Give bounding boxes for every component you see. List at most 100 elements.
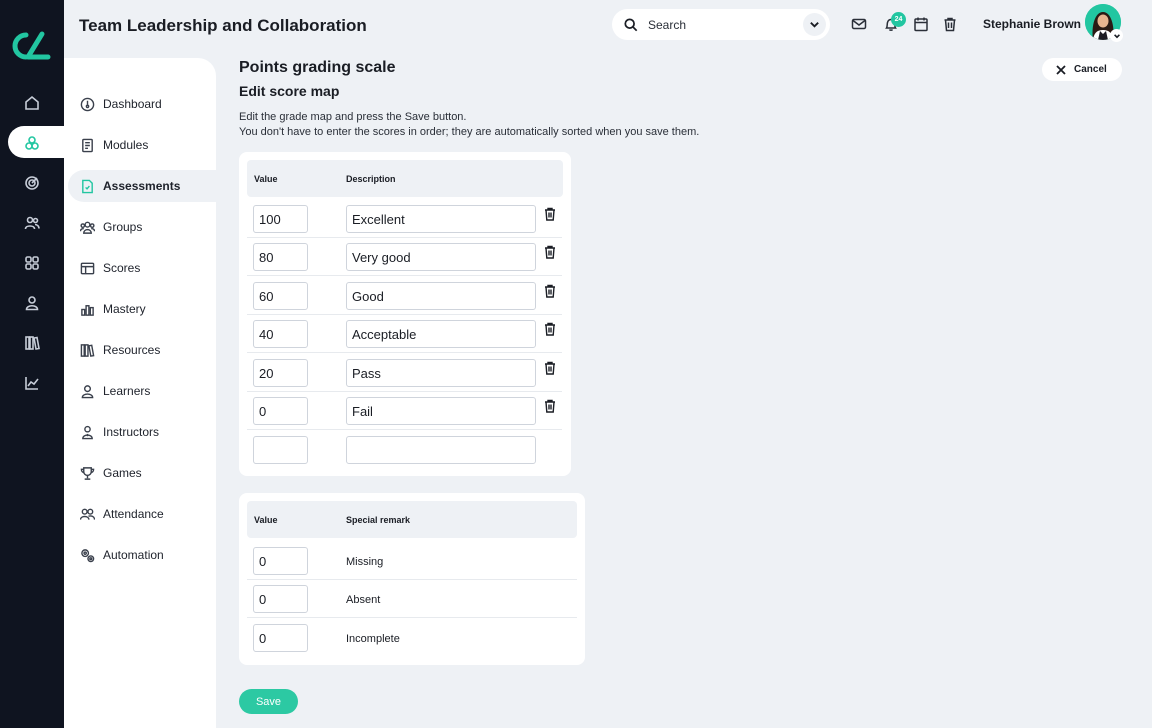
intro-text: Edit the grade map and press the Save bu…: [239, 110, 699, 140]
learners-icon: [81, 384, 94, 398]
intro-line-1: Edit the grade map and press the Save bu…: [239, 111, 467, 123]
table-row: [247, 392, 562, 430]
description-input[interactable]: [346, 436, 536, 464]
assessments-icon: [82, 179, 93, 193]
table-row: [247, 315, 562, 353]
value-input[interactable]: [253, 320, 308, 348]
chevron-down-icon: [1113, 33, 1120, 38]
sidebar: Dashboard Modules Assessments Groups Sco…: [64, 58, 216, 728]
home-icon[interactable]: [12, 87, 52, 119]
chevron-down-icon: [810, 22, 819, 28]
scores-icon: [80, 262, 95, 274]
cancel-label: Cancel: [1074, 64, 1107, 75]
library-icon[interactable]: [12, 327, 52, 359]
table-row: Absent: [247, 580, 577, 618]
sidebar-item-label: Modules: [103, 138, 149, 152]
sidebar-item-games[interactable]: Games: [68, 457, 216, 489]
description-input[interactable]: [346, 205, 536, 233]
delete-row-icon[interactable]: [544, 284, 556, 298]
resources-icon: [80, 343, 95, 357]
sidebar-item-scores[interactable]: Scores: [68, 252, 216, 284]
search-placeholder: Search: [648, 17, 687, 32]
chart-icon[interactable]: [12, 367, 52, 399]
sidebar-item-dashboard[interactable]: Dashboard: [68, 88, 216, 120]
value-input[interactable]: [253, 585, 308, 613]
sidebar-item-assessments[interactable]: Assessments: [68, 170, 216, 202]
sidebar-item-label: Mastery: [103, 302, 146, 316]
mail-icon[interactable]: [851, 16, 867, 32]
search-dropdown-button[interactable]: [803, 13, 826, 36]
sidebar-item-learners[interactable]: Learners: [68, 375, 216, 407]
notification-badge: 24: [891, 12, 906, 27]
value-input[interactable]: [253, 436, 308, 464]
instructors-icon: [82, 425, 93, 439]
value-input[interactable]: [253, 282, 308, 310]
delete-row-icon[interactable]: [544, 322, 556, 336]
sidebar-item-instructors[interactable]: Instructors: [68, 416, 216, 448]
search-bar[interactable]: Search: [612, 9, 830, 40]
description-input[interactable]: [346, 359, 536, 387]
table-row: [247, 354, 562, 392]
sidebar-item-resources[interactable]: Resources: [68, 334, 216, 366]
sidebar-item-label: Resources: [103, 343, 161, 357]
delete-row-icon[interactable]: [544, 207, 556, 221]
delete-row-icon[interactable]: [544, 361, 556, 375]
attendance-icon: [80, 508, 95, 520]
sidebar-item-label: Dashboard: [103, 97, 162, 111]
sidebar-item-label: Games: [103, 466, 142, 480]
description-input[interactable]: [346, 243, 536, 271]
description-input[interactable]: [346, 282, 536, 310]
value-input[interactable]: [253, 205, 308, 233]
description-input[interactable]: [346, 397, 536, 425]
table-row: Missing: [247, 542, 577, 580]
delete-row-icon[interactable]: [544, 245, 556, 259]
sidebar-item-label: Groups: [103, 220, 143, 234]
cancel-button[interactable]: Cancel: [1042, 58, 1122, 81]
value-input[interactable]: [253, 624, 308, 652]
trash-icon[interactable]: [942, 16, 958, 32]
grid-icon[interactable]: [12, 247, 52, 279]
search-icon: [624, 17, 638, 31]
sidebar-item-label: Attendance: [103, 507, 164, 521]
sidebar-item-mastery[interactable]: Mastery: [68, 293, 216, 325]
save-button[interactable]: Save: [239, 689, 298, 714]
value-input[interactable]: [253, 243, 308, 271]
users-icon[interactable]: [12, 207, 52, 239]
calendar-icon[interactable]: [913, 16, 929, 32]
user-icon[interactable]: [12, 287, 52, 319]
sidebar-item-modules[interactable]: Modules: [68, 129, 216, 161]
value-input[interactable]: [253, 359, 308, 387]
table-row: [247, 200, 562, 238]
modules-icon[interactable]: [12, 127, 52, 159]
dashboard-icon: [80, 97, 95, 111]
remark-label: Absent: [346, 594, 381, 606]
user-name[interactable]: Stephanie Brown: [983, 17, 1081, 31]
sidebar-item-label: Scores: [103, 261, 141, 275]
table-row-new: [247, 431, 562, 469]
table-row: Incomplete: [247, 619, 577, 657]
app-logo-icon[interactable]: [10, 30, 54, 62]
mastery-icon: [81, 304, 94, 316]
groups-icon: [80, 221, 95, 234]
user-menu-chevron[interactable]: [1110, 29, 1123, 42]
sidebar-item-groups[interactable]: Groups: [68, 211, 216, 243]
sidebar-item-label: Learners: [103, 384, 151, 398]
remark-label: Missing: [346, 556, 384, 568]
col-value-header: Value: [254, 174, 278, 184]
target-icon[interactable]: [12, 167, 52, 199]
description-input[interactable]: [346, 320, 536, 348]
app-rail: [0, 0, 64, 728]
value-input[interactable]: [253, 547, 308, 575]
sidebar-item-attendance[interactable]: Attendance: [68, 498, 216, 530]
close-icon: [1056, 64, 1066, 75]
value-input[interactable]: [253, 397, 308, 425]
remark-label: Incomplete: [346, 633, 400, 645]
games-icon: [80, 466, 95, 480]
sidebar-item-automation[interactable]: Automation: [68, 539, 216, 571]
col-remark-header: Special remark: [346, 515, 411, 525]
col-description-header: Description: [346, 174, 396, 184]
delete-row-icon[interactable]: [544, 399, 556, 413]
app-title: Team Leadership and Collaboration: [79, 16, 367, 35]
page-subtitle: Edit score map: [239, 83, 340, 99]
automation-icon: [81, 548, 95, 562]
